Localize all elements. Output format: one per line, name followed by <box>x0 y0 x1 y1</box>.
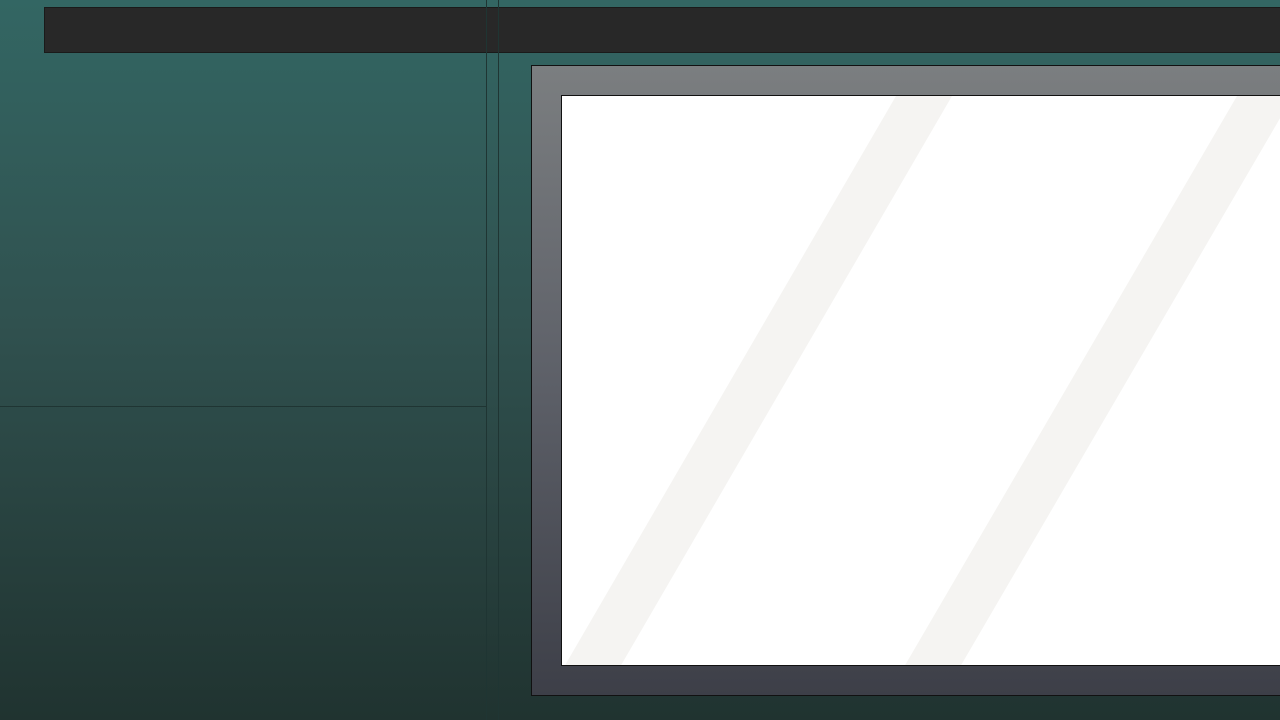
panel-divider-left[interactable] <box>486 0 487 720</box>
drawing-canvas[interactable] <box>561 95 1280 666</box>
canvas-stripes <box>565 96 1280 665</box>
diagonal-stripe <box>565 96 952 665</box>
top-toolbar <box>44 7 1280 53</box>
left-panel-divider[interactable] <box>0 406 486 407</box>
panel-divider-right[interactable] <box>498 0 499 720</box>
diagonal-stripe <box>905 96 1280 665</box>
canvas-frame <box>531 65 1280 696</box>
app-window <box>0 0 1280 720</box>
